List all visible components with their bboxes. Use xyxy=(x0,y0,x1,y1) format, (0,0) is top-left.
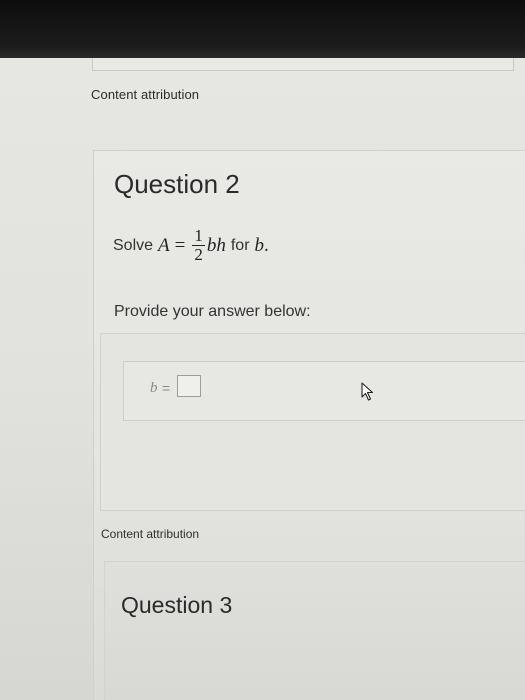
next-question-card: Question 3 xyxy=(104,561,525,700)
fraction-numerator: 1 xyxy=(192,226,205,246)
prompt-fraction: 1 2 xyxy=(192,227,205,264)
content-attribution-link-bottom[interactable]: Content attribution xyxy=(101,527,199,541)
question-title: Question 2 xyxy=(114,169,240,199)
monitor-bezel xyxy=(0,0,525,58)
answer-box: b = xyxy=(123,361,525,421)
next-question-title: Question 3 xyxy=(121,592,233,618)
prompt-for-word: for xyxy=(230,236,250,254)
fraction-denominator: 2 xyxy=(194,245,203,264)
prompt-solve-word: Solve xyxy=(113,236,154,254)
page: Content attribution Question 2 Solve A =… xyxy=(0,58,525,700)
answer-panel: b = xyxy=(100,333,525,511)
answer-equals-sign: = xyxy=(162,380,171,396)
prompt-lhs-variable: A xyxy=(158,234,170,256)
prompt-target-variable: b xyxy=(254,234,265,256)
content-attribution-link[interactable]: Content attribution xyxy=(91,87,199,102)
mouse-pointer-icon xyxy=(361,382,375,407)
previous-card-edge xyxy=(92,58,514,71)
prompt-period: . xyxy=(264,234,269,256)
provide-answer-label: Provide your answer below: xyxy=(114,303,311,320)
question-card: Question 2 Solve A = 1 2 bh for b . Prov… xyxy=(93,150,525,700)
prompt-rhs-variables: bh xyxy=(206,234,226,256)
answer-input[interactable] xyxy=(177,375,201,397)
prompt-equals-sign: = xyxy=(174,234,186,256)
question-prompt: Solve A = 1 2 bh for b . xyxy=(113,227,269,264)
answer-variable-label: b xyxy=(150,380,158,396)
